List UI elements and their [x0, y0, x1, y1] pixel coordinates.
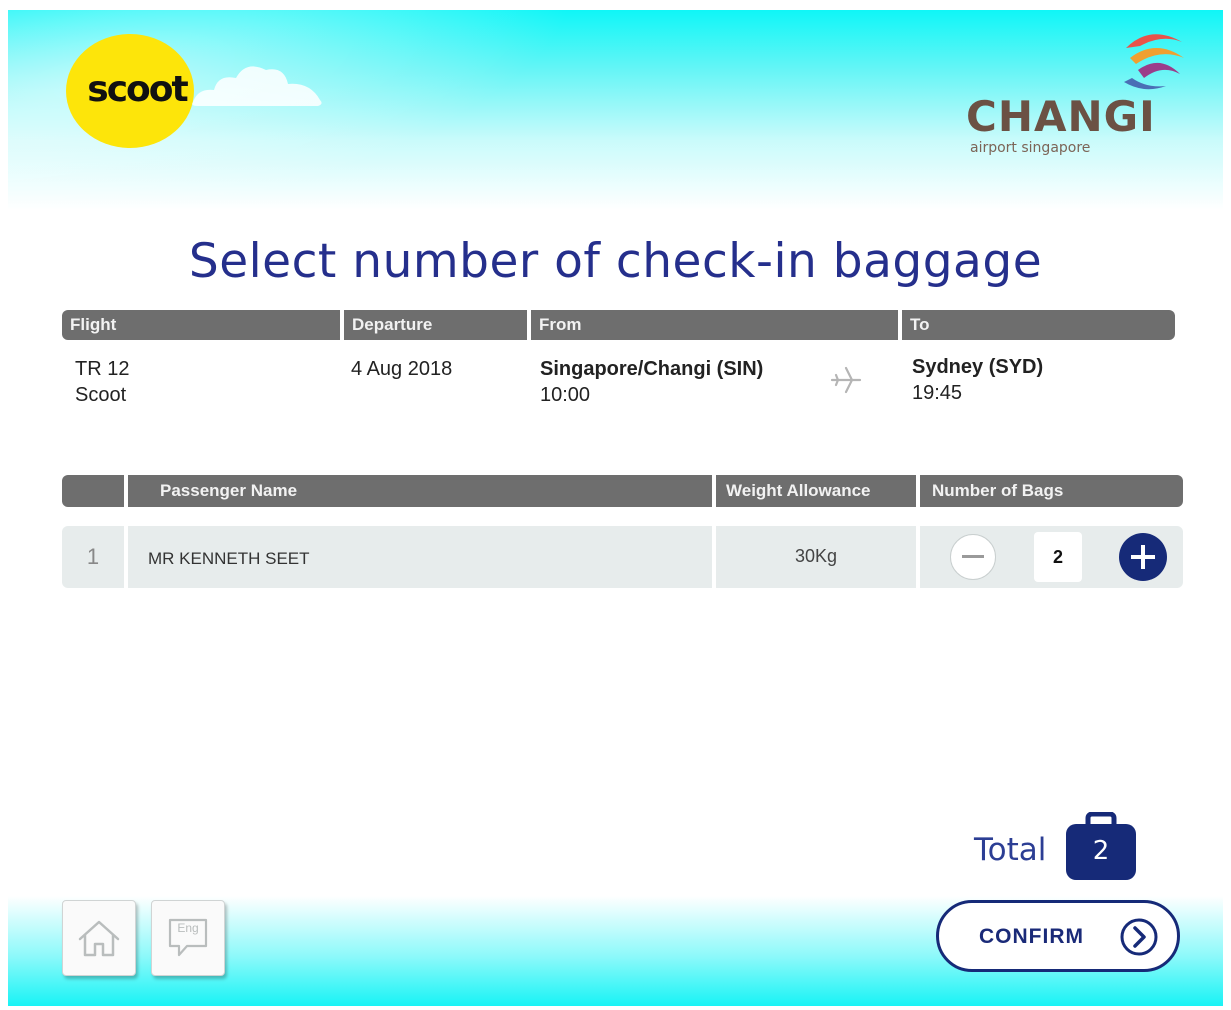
- airline-name: Scoot: [75, 384, 127, 406]
- passenger-name-header: Passenger Name: [128, 475, 712, 507]
- language-label: Eng: [177, 921, 199, 935]
- cloud-icon: [192, 66, 322, 106]
- minus-icon: [962, 555, 984, 558]
- kiosk-screen: scoot CHANGI airport singapore Select nu…: [8, 10, 1223, 1006]
- number-of-bags-header: Number of Bags: [920, 475, 1183, 507]
- increase-bags-button[interactable]: [1119, 533, 1167, 581]
- chevron-right-icon: [1120, 918, 1158, 956]
- total-label: Total: [974, 832, 1047, 868]
- plus-icon: [1131, 545, 1155, 569]
- plane-icon: [830, 366, 862, 394]
- passenger-number-header: [62, 475, 124, 507]
- total-bag-count: 2: [1092, 836, 1110, 866]
- to-time: 19:45: [912, 382, 963, 404]
- confirm-button[interactable]: CONFIRM: [936, 900, 1180, 972]
- decrease-bags-button[interactable]: [950, 534, 996, 580]
- home-icon: [78, 920, 120, 957]
- weight-allowance: 30Kg: [716, 526, 916, 588]
- weight-allowance-header: Weight Allowance: [716, 475, 916, 507]
- to-airport: Sydney (SYD): [912, 356, 1044, 378]
- to-header: To: [902, 310, 1175, 340]
- from-time: 10:00: [540, 384, 591, 406]
- from-airport: Singapore/Changi (SIN): [540, 358, 764, 380]
- scoot-logo-text: scoot: [87, 68, 188, 110]
- departure-date: 4 Aug 2018: [351, 358, 453, 380]
- from-header: From: [531, 310, 898, 340]
- home-button[interactable]: [62, 900, 136, 976]
- changi-logo-text: CHANGI: [966, 92, 1156, 141]
- passenger-row-number: 1: [62, 526, 124, 588]
- flight-header: Flight: [62, 310, 340, 340]
- changi-logo-subtitle: airport singapore: [970, 140, 1091, 156]
- language-button[interactable]: Eng: [151, 900, 225, 976]
- departure-header: Departure: [344, 310, 527, 340]
- page-title: Select number of check-in baggage: [188, 234, 1043, 289]
- confirm-button-label: CONFIRM: [979, 925, 1084, 948]
- passenger-name: MR KENNETH SEET: [128, 526, 712, 588]
- scoot-logo: scoot: [66, 34, 194, 148]
- changi-swirl-icon: [1124, 34, 1184, 90]
- flight-number: TR 12: [75, 358, 130, 380]
- bag-count: 2: [1034, 532, 1082, 582]
